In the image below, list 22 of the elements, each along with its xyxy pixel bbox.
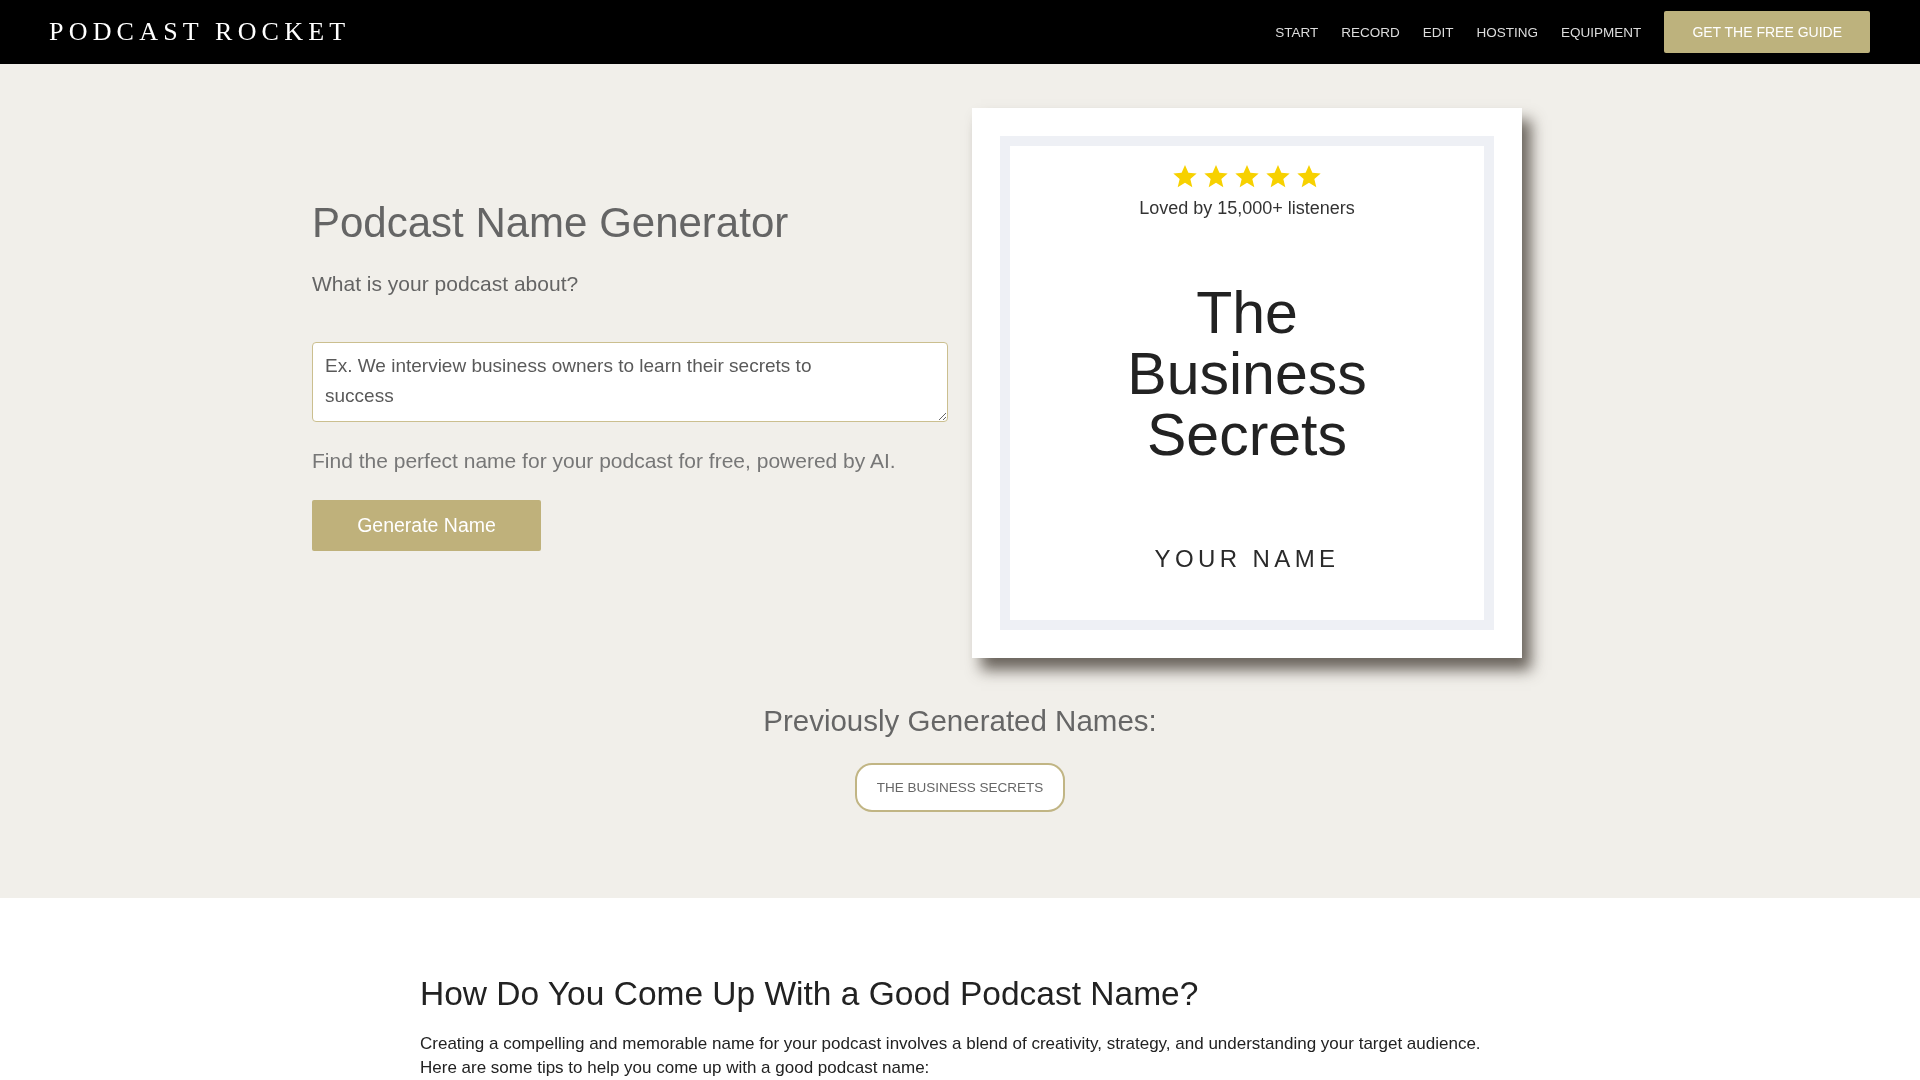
- article-paragraph: Creating a compelling and memorable name for your podcast involves a blend of creativity, strategy, and understanding your target audience. Here are some tips to help you come up with a good podcast name:: [420, 1033, 1482, 1079]
- logo[interactable]: PODCAST ROCKET: [49, 17, 351, 47]
- input-field[interactable]: Ex. We interview business owners to learn their secrets to success: [312, 342, 948, 422]
- star-icon: [1204, 164, 1228, 188]
- section-title: Previously Generated Names:: [763, 703, 1157, 739]
- field-label: What is your podcast about?: [312, 271, 579, 297]
- helper-text: Find the perfect name for your podcast for free, powered by AI.: [312, 448, 896, 474]
- nav-link[interactable]: EQUIPMENT: [1561, 24, 1642, 40]
- cover-title: The Business Secrets: [1126, 283, 1368, 466]
- nav-link[interactable]: START: [1275, 24, 1319, 40]
- page-title: Podcast Name Generator: [312, 199, 789, 247]
- star-icon: [1173, 164, 1197, 188]
- nav-link[interactable]: HOSTING: [1476, 24, 1539, 40]
- star-icon: [1266, 164, 1290, 188]
- name-chip[interactable]: THE BUSINESS SECRETS: [854, 763, 1066, 812]
- star-icon: [1297, 164, 1321, 188]
- rating-text: Loved by 15,000+ listeners: [1139, 197, 1355, 219]
- cover-author: YOUR NAME: [1154, 544, 1340, 574]
- star-icon: [1235, 164, 1259, 188]
- nav-link[interactable]: RECORD: [1341, 24, 1400, 40]
- nav-link[interactable]: EDIT: [1422, 24, 1454, 40]
- article-heading: How Do You Come Up With a Good Podcast Name?: [420, 974, 1200, 1014]
